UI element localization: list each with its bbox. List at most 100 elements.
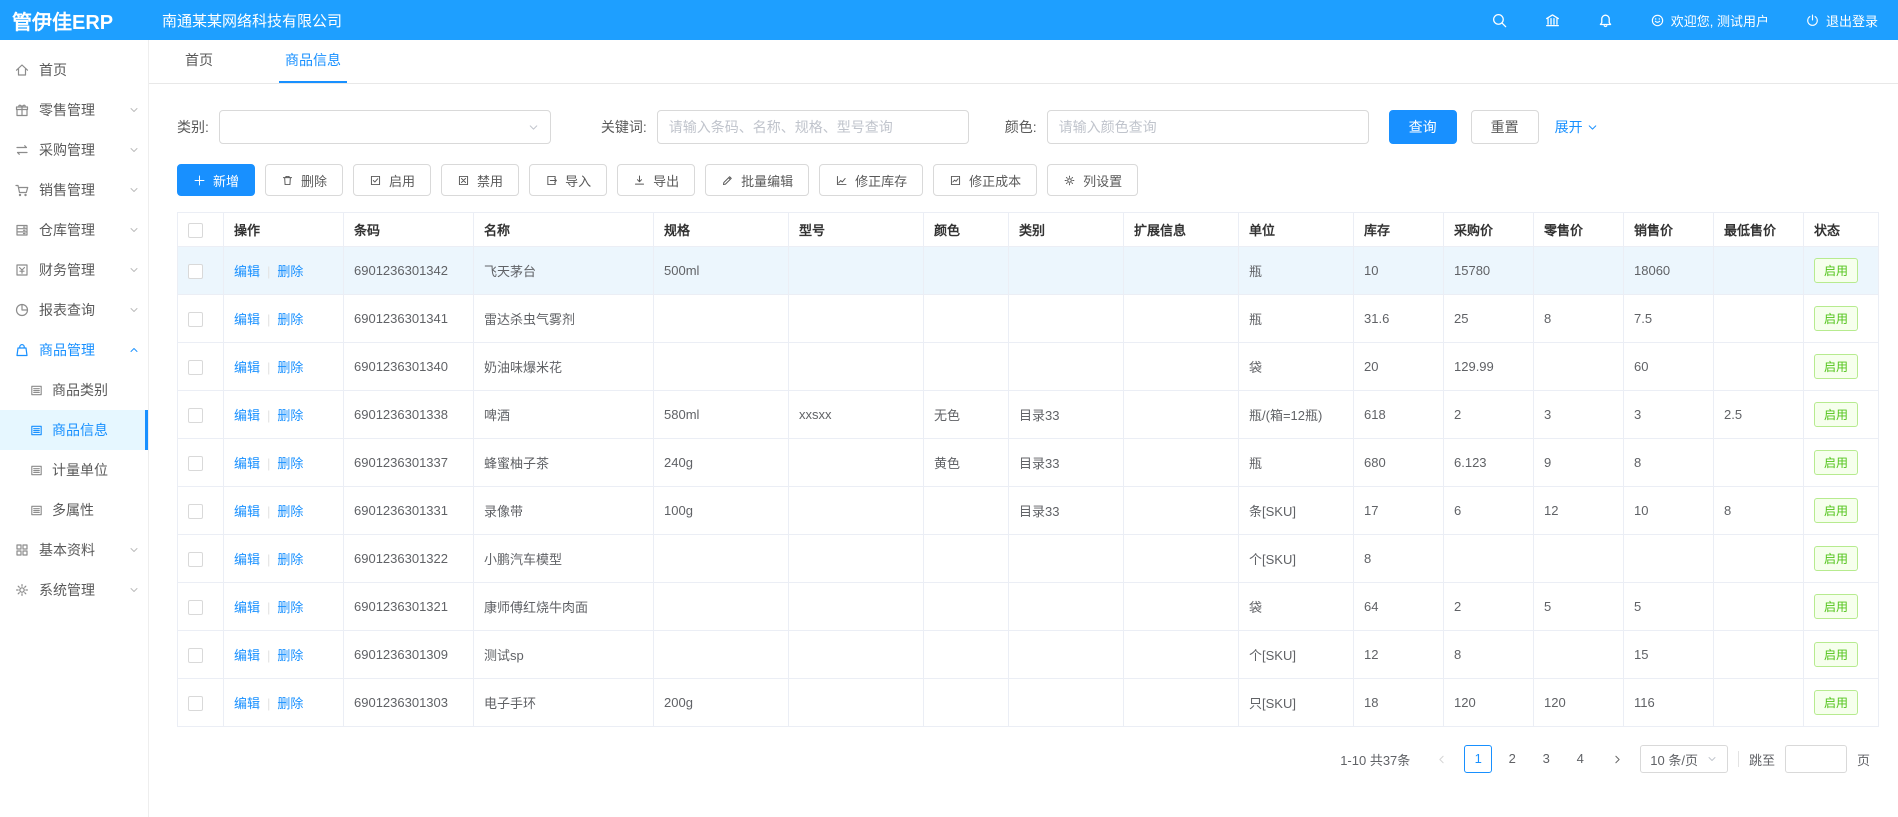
edit-link[interactable]: 编辑 xyxy=(234,312,260,327)
row-checkbox[interactable] xyxy=(188,648,203,663)
edit-link[interactable]: 编辑 xyxy=(234,264,260,279)
delete-button[interactable]: 删除 xyxy=(265,164,343,196)
disable-button[interactable]: 禁用 xyxy=(441,164,519,196)
row-checkbox[interactable] xyxy=(188,600,203,615)
expand-toggle[interactable]: 展开 xyxy=(1555,117,1599,137)
bank-icon[interactable] xyxy=(1544,12,1561,29)
delete-link[interactable]: 删除 xyxy=(277,312,303,327)
delete-link[interactable]: 删除 xyxy=(277,264,303,279)
cell-status: 启用 xyxy=(1804,247,1879,295)
page-number-3[interactable]: 3 xyxy=(1532,745,1560,773)
sidebar-item-5[interactable]: 财务管理 xyxy=(0,250,148,290)
edit-link[interactable]: 编辑 xyxy=(234,696,260,711)
edit-link[interactable]: 编辑 xyxy=(234,600,260,615)
enable-button[interactable]: 启用 xyxy=(353,164,431,196)
page-size-select[interactable]: 10 条/页 xyxy=(1640,745,1728,773)
cell-barcode: 6901236301309 xyxy=(344,631,474,679)
cell-status: 启用 xyxy=(1804,295,1879,343)
row-checkbox[interactable] xyxy=(188,408,203,423)
welcome-user[interactable]: 欢迎您, 测试用户 xyxy=(1650,11,1769,30)
jump-page-input[interactable] xyxy=(1785,745,1847,773)
fix-stock-button[interactable]: 修正库存 xyxy=(819,164,923,196)
status-badge[interactable]: 启用 xyxy=(1814,498,1858,523)
add-button[interactable]: 新增 xyxy=(177,164,255,196)
sidebar-item-2[interactable]: 采购管理 xyxy=(0,130,148,170)
row-actions: 编辑|删除 xyxy=(224,535,344,583)
delete-link[interactable]: 删除 xyxy=(277,648,303,663)
sidebar-item-0[interactable]: 首页 xyxy=(0,50,148,90)
color-input[interactable] xyxy=(1047,110,1369,144)
row-checkbox[interactable] xyxy=(188,552,203,567)
logout-button[interactable]: 退出登录 xyxy=(1805,11,1878,30)
sidebar-item-3[interactable]: 销售管理 xyxy=(0,170,148,210)
delete-link[interactable]: 删除 xyxy=(277,696,303,711)
sidebar-item-8[interactable]: 基本资料 xyxy=(0,530,148,570)
row-checkbox[interactable] xyxy=(188,456,203,471)
status-badge[interactable]: 启用 xyxy=(1814,546,1858,571)
page-number-1[interactable]: 1 xyxy=(1464,745,1492,773)
sidebar-item-7[interactable]: 商品管理 xyxy=(0,330,148,370)
status-badge[interactable]: 启用 xyxy=(1814,690,1858,715)
status-badge[interactable]: 启用 xyxy=(1814,258,1858,283)
search-button[interactable]: 查询 xyxy=(1389,110,1457,144)
next-page-button[interactable] xyxy=(1604,746,1630,772)
delete-link[interactable]: 删除 xyxy=(277,600,303,615)
batch-edit-button[interactable]: 批量编辑 xyxy=(705,164,809,196)
list-icon xyxy=(29,383,44,398)
row-checkbox[interactable] xyxy=(188,264,203,279)
row-checkbox[interactable] xyxy=(188,360,203,375)
cell-color xyxy=(924,247,1009,295)
delete-link[interactable]: 删除 xyxy=(277,504,303,519)
column-settings-button[interactable]: 列设置 xyxy=(1047,164,1138,196)
status-badge[interactable]: 启用 xyxy=(1814,354,1858,379)
cell-spec xyxy=(654,343,789,391)
tab-product-info[interactable]: 商品信息 xyxy=(279,39,347,83)
chevron-down-icon xyxy=(128,224,140,236)
edit-link[interactable]: 编辑 xyxy=(234,504,260,519)
chevron-up-icon xyxy=(128,344,140,356)
page-number-2[interactable]: 2 xyxy=(1498,745,1526,773)
search-icon[interactable] xyxy=(1491,12,1508,29)
row-checkbox[interactable] xyxy=(188,504,203,519)
reset-button[interactable]: 重置 xyxy=(1471,110,1539,144)
bell-icon[interactable] xyxy=(1597,12,1614,29)
sidebar-item-1[interactable]: 零售管理 xyxy=(0,90,148,130)
status-badge[interactable]: 启用 xyxy=(1814,450,1858,475)
sidebar-item-6[interactable]: 报表查询 xyxy=(0,290,148,330)
delete-link[interactable]: 删除 xyxy=(277,360,303,375)
edit-link[interactable]: 编辑 xyxy=(234,552,260,567)
import-button[interactable]: 导入 xyxy=(529,164,607,196)
status-badge[interactable]: 启用 xyxy=(1814,402,1858,427)
row-checkbox[interactable] xyxy=(188,696,203,711)
column-header: 操作 xyxy=(224,213,344,247)
export-button[interactable]: 导出 xyxy=(617,164,695,196)
prev-page-button[interactable] xyxy=(1428,746,1454,772)
sidebar-subitem-7-3[interactable]: 多属性 xyxy=(0,490,148,530)
sidebar-item-4[interactable]: 仓库管理 xyxy=(0,210,148,250)
select-all-checkbox[interactable] xyxy=(188,223,203,238)
sidebar-item-9[interactable]: 系统管理 xyxy=(0,570,148,610)
keyword-input[interactable] xyxy=(657,110,969,144)
edit-link[interactable]: 编辑 xyxy=(234,648,260,663)
cell-purchase-price: 8 xyxy=(1444,631,1534,679)
cell-unit: 只[SKU] xyxy=(1239,679,1354,727)
edit-link[interactable]: 编辑 xyxy=(234,408,260,423)
category-select[interactable] xyxy=(219,110,551,144)
edit-link[interactable]: 编辑 xyxy=(234,360,260,375)
delete-link[interactable]: 删除 xyxy=(277,552,303,567)
sidebar-subitem-7-2[interactable]: 计量单位 xyxy=(0,450,148,490)
delete-link[interactable]: 删除 xyxy=(277,408,303,423)
fix-cost-button[interactable]: 修正成本 xyxy=(933,164,1037,196)
color-filter-label: 颜色: xyxy=(1005,117,1037,137)
sidebar-subitem-7-1[interactable]: 商品信息 xyxy=(0,410,148,450)
page-number-4[interactable]: 4 xyxy=(1566,745,1594,773)
status-badge[interactable]: 启用 xyxy=(1814,594,1858,619)
status-badge[interactable]: 启用 xyxy=(1814,306,1858,331)
edit-link[interactable]: 编辑 xyxy=(234,456,260,471)
tab-home[interactable]: 首页 xyxy=(179,39,219,83)
row-checkbox[interactable] xyxy=(188,312,203,327)
status-badge[interactable]: 启用 xyxy=(1814,642,1858,667)
sidebar-subitem-7-0[interactable]: 商品类别 xyxy=(0,370,148,410)
column-header: 规格 xyxy=(654,213,789,247)
delete-link[interactable]: 删除 xyxy=(277,456,303,471)
